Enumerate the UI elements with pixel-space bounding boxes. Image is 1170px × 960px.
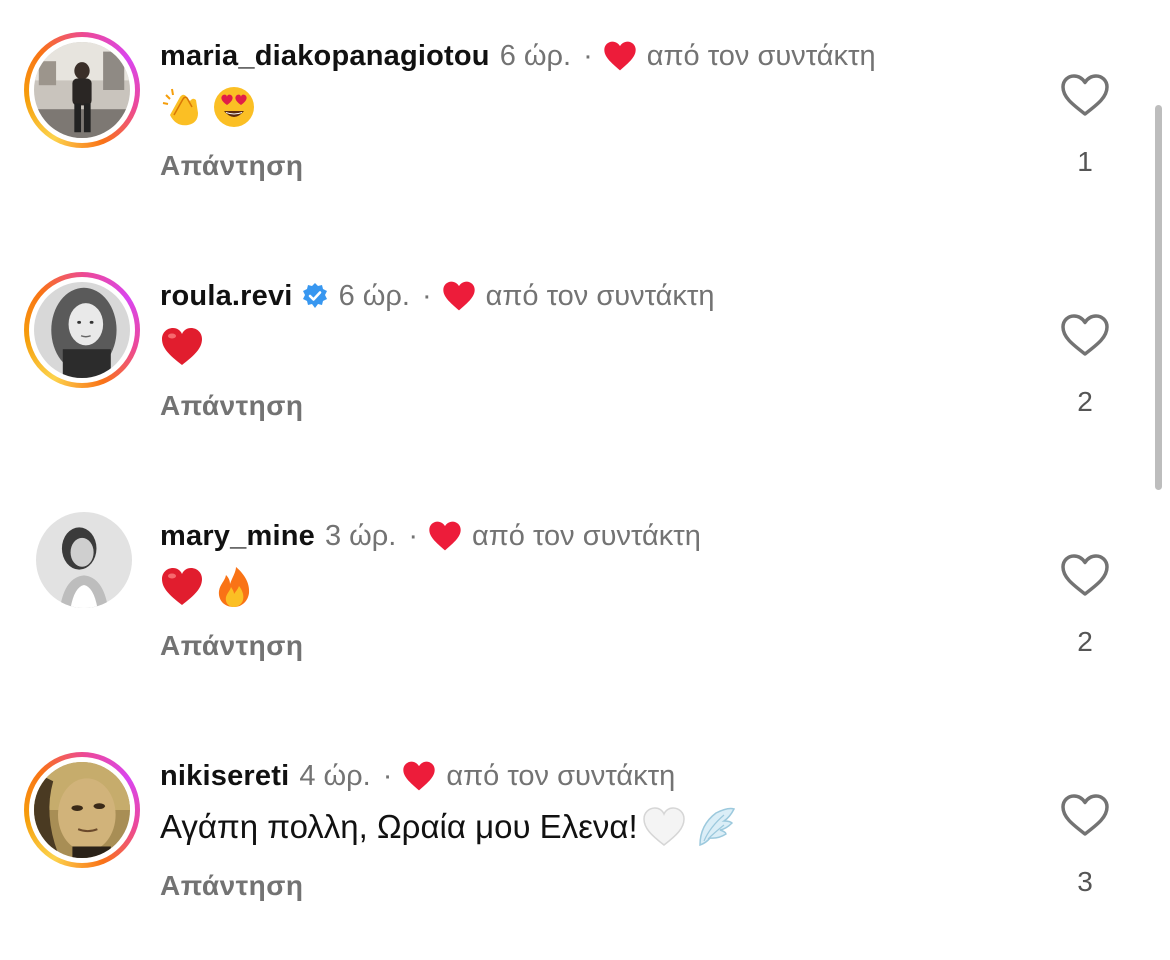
comment-item: nikisereti 4 ώρ. · από τον συντάκτη Αγάπ…: [0, 720, 1150, 960]
creator-heart-icon: [442, 281, 476, 311]
comment-meta: nikisereti 4 ώρ. · από τον συντάκτη: [160, 758, 675, 794]
avatar-photo: [34, 42, 130, 138]
separator: ·: [583, 39, 593, 72]
creator-like-label: από τον συντάκτη: [646, 39, 876, 72]
like-count[interactable]: 2: [1060, 386, 1110, 418]
separator: ·: [421, 279, 432, 312]
separator: ·: [408, 519, 419, 552]
timestamp: 6 ώρ.: [338, 279, 410, 312]
clapping-hands-emoji: [160, 85, 204, 129]
like-heart-icon[interactable]: [1060, 312, 1110, 358]
avatar-photo: [34, 762, 130, 858]
scrollbar[interactable]: [1155, 105, 1162, 490]
separator: ·: [382, 759, 393, 792]
wing-emoji: [694, 805, 738, 849]
avatar[interactable]: [24, 752, 140, 868]
verified-badge-icon: [301, 282, 329, 310]
timestamp: 3 ώρ.: [324, 519, 397, 552]
like-heart-icon[interactable]: [1060, 792, 1110, 838]
timestamp: 4 ώρ.: [299, 759, 371, 792]
comment-item: roula.revi 6 ώρ. · από τον συντάκτη Απάν…: [0, 240, 1150, 480]
timestamp: 6 ώρ.: [499, 39, 572, 72]
username[interactable]: mary_mine: [160, 520, 315, 553]
creator-heart-icon: [428, 521, 462, 551]
like-count[interactable]: 1: [1060, 146, 1110, 178]
creator-like-label: από τον συντάκτη: [472, 519, 701, 552]
comment-body: [160, 82, 264, 132]
avatar[interactable]: [36, 512, 132, 608]
username[interactable]: nikisereti: [160, 760, 289, 793]
like-count[interactable]: 2: [1060, 626, 1110, 658]
reply-button[interactable]: Απάντηση: [160, 390, 304, 422]
comment-body: Αγάπη πολλη, Ωραία μου Ελενα!: [160, 802, 746, 852]
avatar[interactable]: [24, 272, 140, 388]
avatar-photo: [34, 282, 130, 378]
comment-item: maria_diakopanagiotou 6 ώρ. · από τον συ…: [0, 0, 1150, 240]
avatar[interactable]: [24, 32, 140, 148]
like-heart-icon[interactable]: [1060, 72, 1110, 118]
comment-body: [160, 562, 264, 612]
comment-meta: roula.revi 6 ώρ. · από τον συντάκτη: [160, 278, 714, 314]
comment-meta: maria_diakopanagiotou 6 ώρ. · από τον συ…: [160, 38, 876, 74]
comment-text: Αγάπη πολλη, Ωραία μου Ελενα!: [160, 808, 638, 845]
avatar-photo: [36, 512, 132, 608]
comment-body: [160, 322, 212, 372]
creator-heart-icon: [603, 41, 637, 71]
creator-like-label: από τον συντάκτη: [485, 279, 715, 312]
red-heart-emoji: [160, 565, 204, 609]
heart-eyes-emoji: [212, 85, 256, 129]
comment-meta: mary_mine 3 ώρ. · από τον συντάκτη: [160, 518, 701, 554]
like-count[interactable]: 3: [1060, 866, 1110, 898]
fire-emoji: [212, 565, 256, 609]
reply-button[interactable]: Απάντηση: [160, 150, 304, 182]
red-heart-emoji: [160, 325, 204, 369]
comment-item: mary_mine 3 ώρ. · από τον συντάκτη Απάντ…: [0, 480, 1150, 720]
creator-heart-icon: [402, 761, 436, 791]
reply-button[interactable]: Απάντηση: [160, 870, 304, 902]
creator-like-label: από τον συντάκτη: [446, 759, 676, 792]
username[interactable]: maria_diakopanagiotou: [160, 40, 490, 73]
like-heart-icon[interactable]: [1060, 552, 1110, 598]
white-heart-emoji: [642, 805, 686, 849]
username[interactable]: roula.revi: [160, 280, 293, 313]
reply-button[interactable]: Απάντηση: [160, 630, 304, 662]
